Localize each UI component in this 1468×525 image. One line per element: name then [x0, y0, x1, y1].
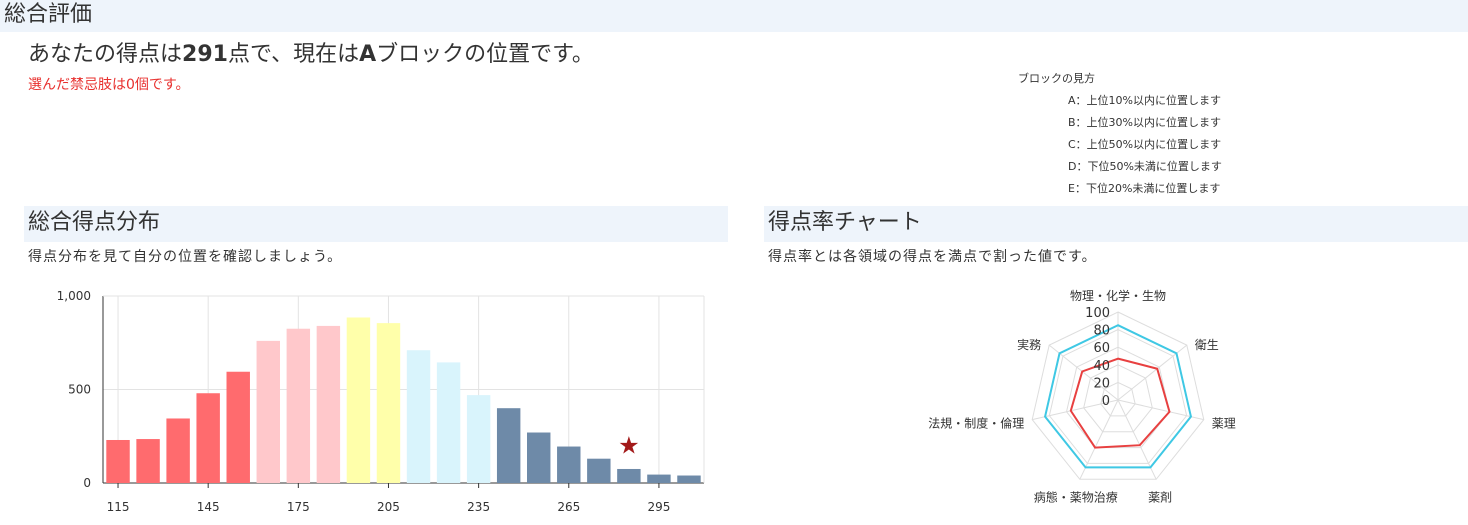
- radar-series-line: [1069, 357, 1171, 449]
- radar-category-label: 衛生: [1195, 338, 1219, 352]
- radar-category-label: 法規・制度・倫理: [928, 416, 1024, 431]
- score-marker-star: ★: [618, 432, 640, 460]
- x-tick-label: 265: [557, 500, 580, 514]
- bar: [106, 439, 130, 483]
- rate-section-subtitle: 得点率とは各領域の得点を満点で割った値です。: [768, 249, 1097, 265]
- distribution-section-subtitle: 得点分布を見て自分の位置を確認しましょう。: [28, 249, 343, 265]
- x-tick-label: 295: [647, 500, 670, 514]
- bar: [557, 446, 581, 483]
- score-distribution-chart: 0 500 1,000 115 145 175 205 235 265 295 ★: [57, 289, 705, 514]
- rate-section-title: 得点率チャート: [768, 210, 922, 235]
- bar: [617, 468, 641, 483]
- distribution-section-title: 総合得点分布: [28, 210, 161, 235]
- bar: [346, 317, 371, 483]
- bar: [406, 350, 431, 483]
- bar: [677, 475, 701, 483]
- radar-tick-label: 100: [1085, 306, 1110, 321]
- bar: [527, 432, 551, 483]
- bar: [587, 458, 611, 483]
- radar-tick-label: 40: [1093, 359, 1110, 374]
- summary-middle: 点で、現在は: [227, 42, 360, 67]
- block-legend-item-c: C：上位50%以内に位置します: [1068, 138, 1222, 151]
- radar-category-label: 病態・薬物治療: [1034, 489, 1118, 504]
- bar: [286, 328, 311, 483]
- x-tick-label: 235: [467, 500, 490, 514]
- rate-section-header: 得点率チャート: [764, 206, 1468, 242]
- block-legend-title: ブロックの見方: [1018, 72, 1095, 85]
- y-tick-label: 500: [68, 383, 91, 397]
- x-tick-label: 205: [377, 500, 400, 514]
- overall-evaluation-title: 総合評価: [4, 2, 93, 27]
- summary-prefix: あなたの得点は: [28, 42, 183, 67]
- bar: [166, 418, 190, 483]
- block-legend-item-e: E：下位20%未満に位置します: [1068, 182, 1221, 195]
- block-legend-item-a: A：上位10%以内に位置します: [1068, 94, 1221, 107]
- bar: [196, 393, 220, 483]
- block-legend-item-b: B：上位30%以内に位置します: [1068, 116, 1221, 129]
- bar: [136, 439, 160, 483]
- radar-tick-label: 0: [1102, 394, 1110, 409]
- summary-block: A: [359, 42, 377, 67]
- score-summary: あなたの得点は291点で、現在はAブロックの位置です。: [28, 36, 594, 68]
- summary-suffix: ブロックの位置です。: [376, 42, 594, 67]
- radar-category-label: 薬剤: [1148, 489, 1172, 504]
- forbidden-count-text: 選んだ禁忌肢は0個です。: [28, 77, 190, 93]
- radar-tick-label: 60: [1093, 341, 1110, 356]
- bar: [256, 340, 280, 483]
- radar-category-label: 物理・化学・生物: [1070, 288, 1166, 303]
- radar-category-label: 実務: [1017, 337, 1041, 352]
- summary-score: 291: [182, 42, 228, 67]
- bar: [316, 325, 341, 483]
- x-tick-label: 145: [197, 500, 220, 514]
- bar: [496, 408, 521, 483]
- bar: [647, 474, 671, 483]
- x-tick-label: 115: [107, 500, 130, 514]
- radar-category-label: 薬理: [1212, 417, 1236, 431]
- y-tick-label: 0: [83, 476, 91, 490]
- bar: [466, 395, 491, 483]
- y-tick-label: 1,000: [57, 289, 91, 303]
- radar-tick-label: 20: [1093, 376, 1110, 391]
- bar: [376, 323, 401, 483]
- bar: [226, 371, 250, 483]
- distribution-section-header: 総合得点分布: [24, 206, 728, 242]
- bar: [436, 362, 461, 483]
- block-legend-item-d: D：下位50%未満に位置します: [1068, 160, 1222, 173]
- x-tick-label: 175: [287, 500, 310, 514]
- overall-evaluation-header: 総合評価: [0, 0, 1468, 32]
- radar-tick-label: 80: [1093, 324, 1110, 339]
- score-rate-radar-chart: 0 20 40 60 80 100 物理・化学・生物衛生薬理薬剤 病態・薬物治療 法規・制度・倫…: [928, 288, 1236, 504]
